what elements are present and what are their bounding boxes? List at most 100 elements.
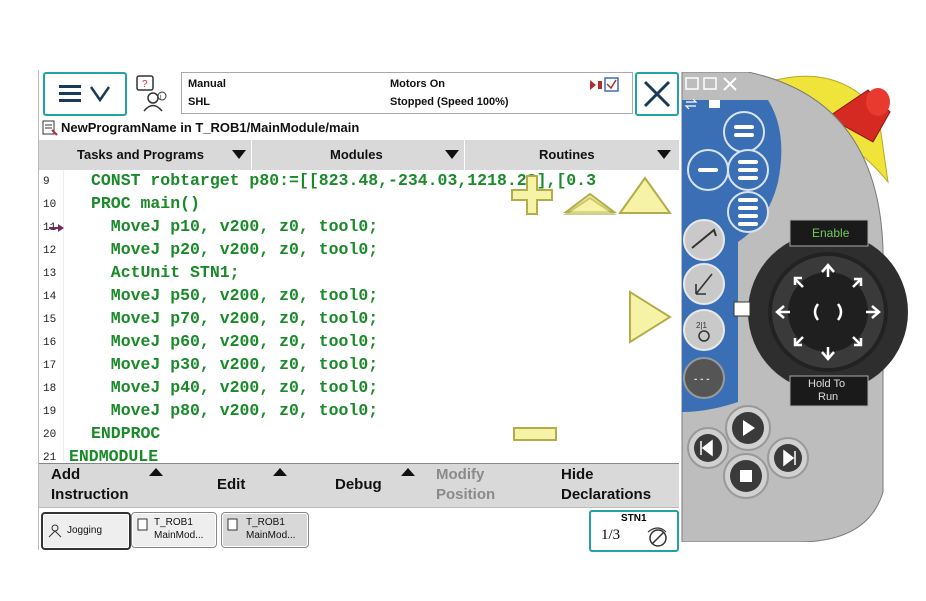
task-program-editor-1[interactable]: T_ROB1 MainMod... bbox=[131, 512, 217, 548]
close-icon bbox=[643, 80, 671, 108]
debug-button[interactable]: Debug bbox=[335, 464, 425, 508]
tab-routines[interactable]: Routines bbox=[465, 140, 679, 170]
hide-declarations-label: Hide Declarations bbox=[561, 466, 652, 503]
line-number: 13 bbox=[43, 268, 57, 280]
mechanical-unit-key[interactable] bbox=[683, 219, 725, 261]
program-editor-icon bbox=[137, 518, 148, 531]
increment-toggle-key[interactable]: - - - bbox=[683, 357, 725, 399]
operator-window-button[interactable]: ? i bbox=[131, 74, 173, 112]
code-line[interactable]: PROC main() bbox=[91, 194, 200, 213]
editor-tab-bar: Tasks and Programs Modules Routines bbox=[39, 140, 679, 171]
window-title: NewProgramName in T_ROB1/MainModule/main bbox=[61, 120, 360, 135]
line-number: 10 bbox=[43, 199, 57, 211]
line-number: 16 bbox=[43, 337, 57, 349]
modify-position-label: Modify Position bbox=[436, 466, 496, 503]
code-line[interactable]: MoveJ p10, v200, z0, tool0; bbox=[91, 217, 378, 236]
motion-mode-icon bbox=[647, 527, 667, 547]
code-line[interactable]: ENDPROC bbox=[91, 424, 160, 443]
hold-to-run-label: Run bbox=[818, 391, 838, 403]
task-jogging[interactable]: Jogging bbox=[41, 512, 131, 550]
tab-label: Routines bbox=[539, 147, 595, 162]
line-number: 9 bbox=[43, 176, 50, 188]
increment-key[interactable]: 2|1 bbox=[683, 309, 725, 351]
system-name: SHL bbox=[188, 96, 210, 108]
hold-to-run-label: Hold To bbox=[808, 378, 845, 390]
quickset-button[interactable]: STN1 1/3 bbox=[589, 510, 679, 552]
code-line[interactable]: MoveJ p20, v200, z0, tool0; bbox=[91, 240, 378, 259]
code-editor[interactable]: 9 CONST robtarget p80:=[[823.48,-234.03,… bbox=[39, 170, 679, 466]
edit-button[interactable]: Edit bbox=[217, 464, 327, 508]
motion-mode-key[interactable] bbox=[683, 263, 725, 305]
programmable-key-1[interactable] bbox=[723, 111, 765, 153]
chevron-down-icon bbox=[445, 150, 459, 159]
jogging-icon bbox=[48, 524, 62, 538]
task-label: T_ROB1 bbox=[154, 517, 193, 528]
add-instruction-button[interactable]: Add Instruction bbox=[51, 464, 201, 508]
task-program-editor-2[interactable]: T_ROB1 MainMod... bbox=[221, 512, 309, 548]
robot-status-icon bbox=[590, 77, 619, 92]
task-label: Jogging bbox=[67, 525, 103, 536]
line-number: 12 bbox=[43, 245, 57, 257]
stop-button[interactable] bbox=[723, 453, 769, 499]
line-number: 19 bbox=[43, 406, 57, 418]
top-bar: ? i Manual SHL Motors On Stopped (Speed … bbox=[39, 70, 679, 117]
svg-text:- - -: - - - bbox=[694, 374, 710, 385]
code-line[interactable]: MoveJ p40, v200, z0, tool0; bbox=[91, 378, 378, 397]
code-line[interactable]: MoveJ p30, v200, z0, tool0; bbox=[91, 355, 378, 374]
programmable-key-2[interactable] bbox=[687, 149, 729, 191]
edit-label: Edit bbox=[217, 476, 246, 493]
svg-text:2|1: 2|1 bbox=[696, 321, 708, 330]
motors-status: Motors On bbox=[390, 78, 445, 90]
status-bar: Manual SHL Motors On Stopped (Speed 100%… bbox=[181, 72, 633, 114]
chevron-up-icon bbox=[401, 468, 415, 476]
chevron-up-icon bbox=[273, 468, 287, 476]
chevron-down-icon bbox=[232, 150, 246, 159]
line-number: 20 bbox=[43, 429, 57, 441]
line-number: 18 bbox=[43, 383, 57, 395]
tab-tasks-and-programs[interactable]: Tasks and Programs bbox=[39, 140, 252, 170]
modify-position-button[interactable]: Modify Position bbox=[436, 464, 536, 508]
main-menu-button[interactable] bbox=[43, 72, 127, 116]
code-line[interactable]: MoveJ p80, v200, z0, tool0; bbox=[91, 401, 378, 420]
enable-label: Enable bbox=[812, 226, 850, 240]
task-label: T_ROB1 bbox=[246, 517, 285, 528]
hide-declarations-button[interactable]: Hide Declarations bbox=[561, 464, 676, 508]
programmable-key-3[interactable] bbox=[727, 149, 769, 191]
code-line[interactable]: MoveJ p70, v200, z0, tool0; bbox=[91, 309, 378, 328]
window-title-row: NewProgramName in T_ROB1/MainModule/main bbox=[39, 116, 679, 141]
start-button[interactable] bbox=[725, 405, 771, 451]
operator-message-icon: ? i bbox=[136, 75, 167, 112]
code-line[interactable]: CONST robtarget p80:=[[823.48,-234.03,12… bbox=[91, 171, 596, 190]
program-editor-icon bbox=[42, 120, 58, 136]
tab-modules[interactable]: Modules bbox=[252, 140, 465, 170]
tab-label: Tasks and Programs bbox=[77, 147, 204, 162]
lock-icon bbox=[733, 301, 751, 317]
taskbar: Jogging T_ROB1 MainMod... T_ROB1 MainMod… bbox=[39, 507, 679, 552]
code-line[interactable]: MoveJ p60, v200, z0, tool0; bbox=[91, 332, 378, 351]
add-instruction-label: Add Instruction bbox=[51, 466, 129, 503]
mode-status: Manual bbox=[188, 78, 226, 90]
editor-command-bar: Add Instruction Edit Debug Modify Positi… bbox=[39, 463, 679, 508]
task-label: MainMod... bbox=[154, 530, 204, 541]
line-number: 17 bbox=[43, 360, 57, 372]
step-forward-button[interactable] bbox=[767, 437, 809, 479]
mechanical-unit-label: STN1 bbox=[621, 513, 647, 524]
flexpendant-hardware: 2|1 - - - Enable Hold To Run bbox=[681, 72, 908, 542]
hamburger-icon bbox=[59, 85, 111, 103]
increment-fraction: 1/3 bbox=[601, 527, 621, 543]
chevron-down-icon bbox=[657, 150, 671, 159]
program-state: Stopped (Speed 100%) bbox=[390, 96, 509, 108]
step-backward-button[interactable] bbox=[687, 427, 729, 469]
chevron-up-icon bbox=[149, 468, 163, 476]
tab-label: Modules bbox=[330, 147, 383, 162]
svg-text:?: ? bbox=[142, 79, 148, 90]
close-button[interactable] bbox=[635, 72, 679, 116]
program-editor-icon bbox=[227, 518, 238, 531]
line-number: 14 bbox=[43, 291, 57, 303]
camera-icon[interactable] bbox=[709, 100, 720, 108]
code-line[interactable]: ActUnit STN1; bbox=[91, 263, 240, 282]
code-line[interactable]: MoveJ p50, v200, z0, tool0; bbox=[91, 286, 378, 305]
debug-label: Debug bbox=[335, 476, 382, 493]
task-label: MainMod... bbox=[246, 530, 296, 541]
programmable-key-4[interactable] bbox=[727, 191, 769, 233]
